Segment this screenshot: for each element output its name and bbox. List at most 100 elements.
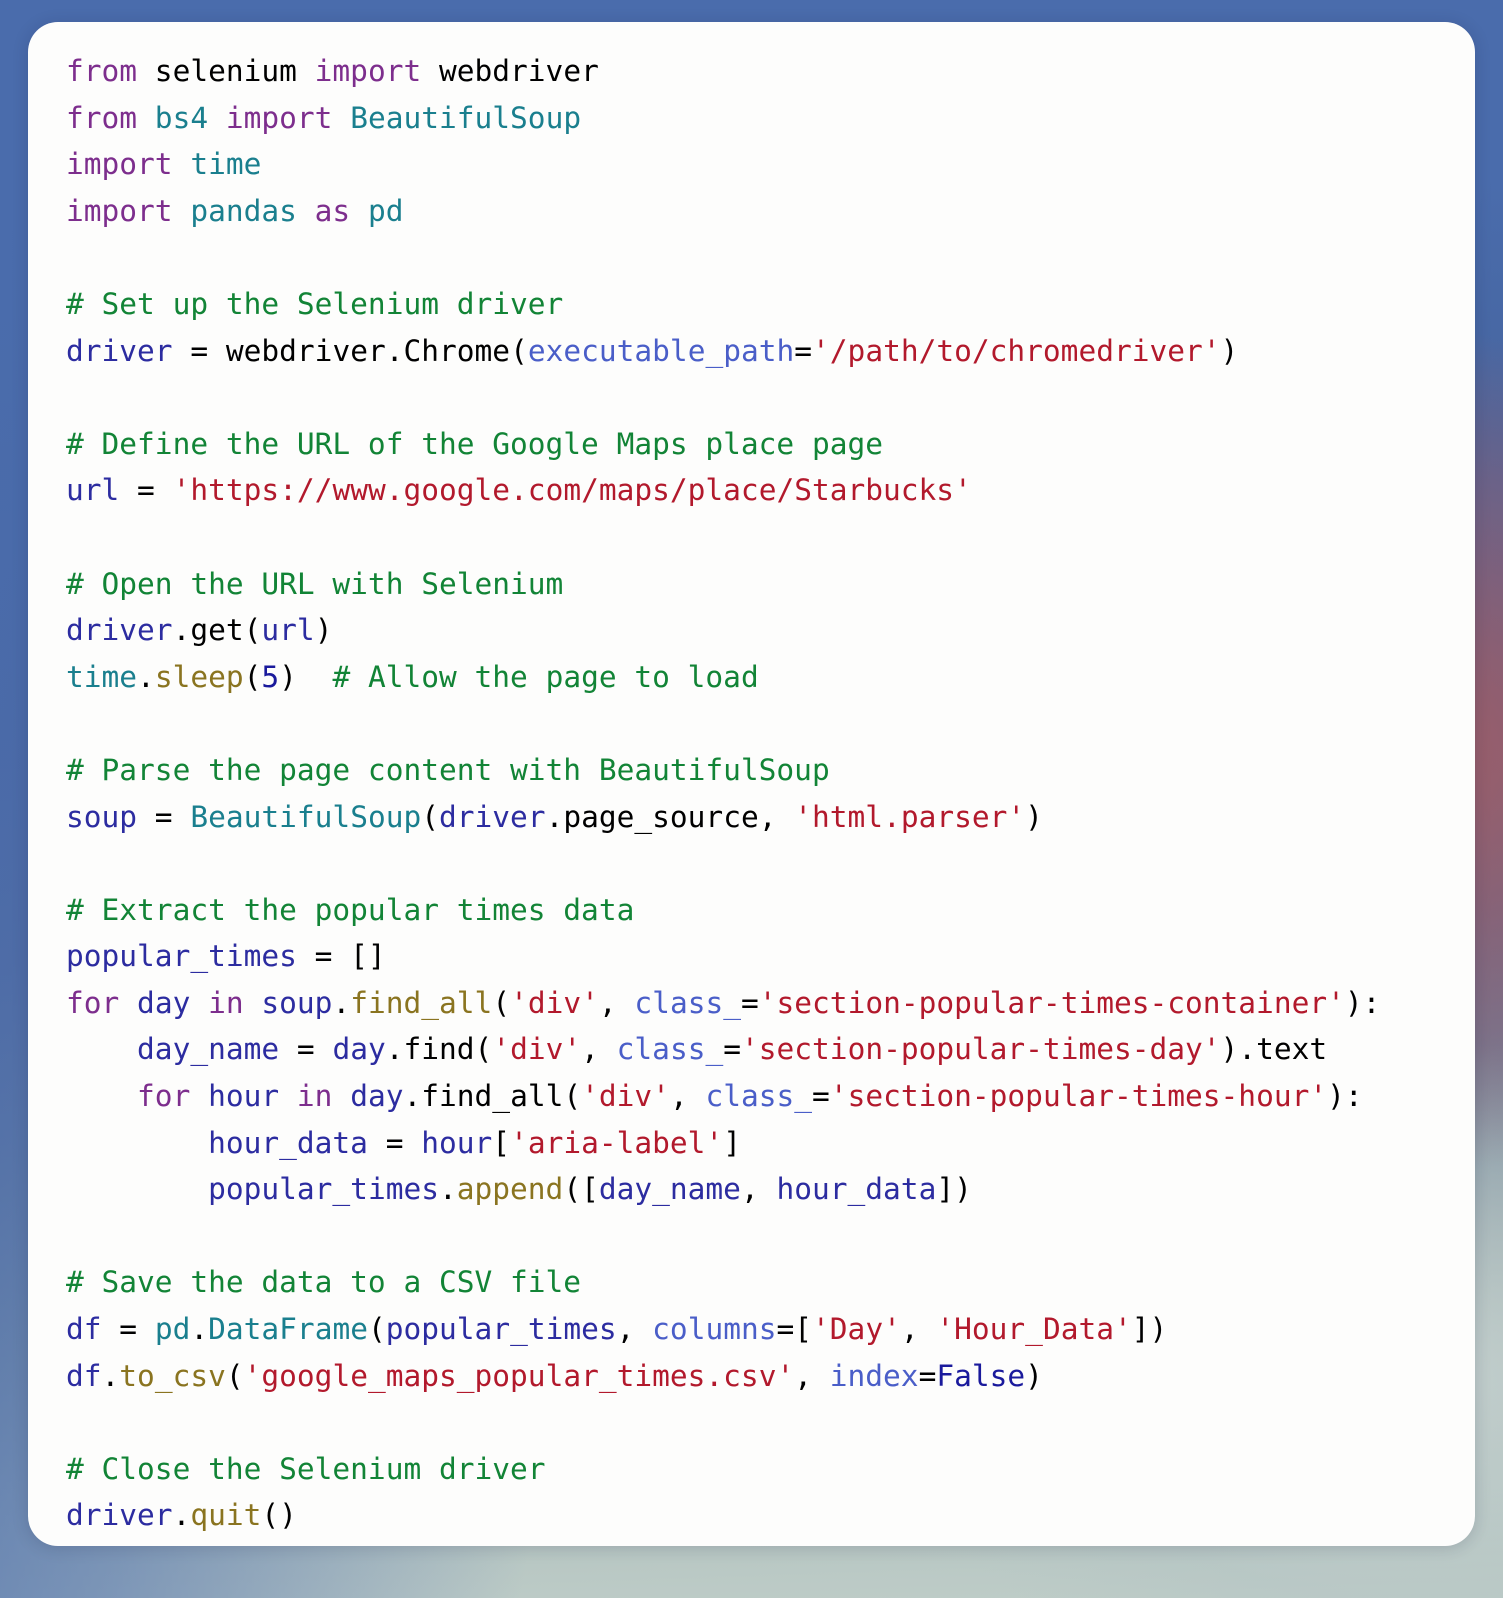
code-token-nm — [66, 1172, 208, 1206]
code-line: url = 'https://www.google.com/maps/place… — [66, 467, 1441, 514]
code-token-str: 'div' — [510, 985, 599, 1020]
code-line: # Parse the page content with BeautifulS… — [66, 747, 1441, 794]
code-line: for day in soup.find_all('div', class_='… — [66, 980, 1441, 1027]
code-token-kw: from — [66, 100, 138, 135]
code-token-op: , — [900, 1312, 937, 1347]
code-token-op: ( — [225, 1358, 244, 1393]
code-token-op: = — [279, 1032, 333, 1067]
code-token-kw: in — [208, 985, 244, 1020]
code-token-var: popular_times — [66, 939, 297, 974]
code-token-nm: webdriver — [225, 333, 386, 368]
code-token-kwarg: class_ — [634, 985, 741, 1020]
code-line: popular_times = [] — [66, 933, 1441, 980]
code-line: import time — [66, 141, 1441, 188]
code-line: popular_times.append([day_name, hour_dat… — [66, 1166, 1441, 1213]
code-token-var: df — [66, 1358, 102, 1393]
code-line: df.to_csv('google_maps_popular_times.csv… — [66, 1353, 1441, 1400]
code-token-com: # Open the URL with Selenium — [66, 566, 564, 601]
code-token-op: , — [581, 1032, 617, 1067]
code-token-str: 'section-popular-times-hour' — [829, 1079, 1328, 1114]
code-token-var: hour — [421, 1125, 493, 1160]
code-token-op: . — [332, 985, 351, 1020]
code-token-op: ): — [1327, 1079, 1363, 1114]
code-token-str: '/path/to/chromedriver' — [812, 333, 1221, 368]
code-token-var: hour — [190, 1079, 297, 1114]
code-token-op: ). — [1220, 1032, 1257, 1067]
code-token-nm: Chrome — [403, 333, 511, 368]
code-token-kwarg: class_ — [705, 1079, 813, 1114]
code-token-op: = — [172, 333, 226, 368]
code-token-op: = — [918, 1358, 937, 1393]
code-token-var: url — [261, 613, 315, 648]
code-token-str: 'Hour_Data' — [936, 1312, 1132, 1347]
code-token-mod: pandas — [172, 193, 315, 228]
code-token-str: 'div' — [492, 1032, 582, 1067]
code-line: driver.get(url) — [66, 607, 1441, 654]
code-token-op: = — [723, 1032, 741, 1067]
code-token-kwc: False — [936, 1358, 1026, 1393]
code-token-op: ) — [1220, 333, 1239, 368]
code-token-op: , — [669, 1079, 706, 1114]
code-token-op: () — [261, 1498, 297, 1533]
code-token-op: , — [758, 799, 795, 834]
code-token-kw: from — [66, 54, 138, 88]
code-token-nm: webdriver — [421, 54, 599, 88]
code-line: for hour in day.find_all('div', class_='… — [66, 1073, 1441, 1120]
code-token-mod: pd — [350, 193, 404, 228]
code-token-nm: page_source — [563, 799, 759, 834]
code-token-op: ) — [314, 613, 333, 648]
code-token-op: = [] — [296, 939, 386, 974]
code-token-var: url — [66, 473, 120, 508]
code-token-str: 'aria-label' — [510, 1125, 724, 1160]
code-token-op: = — [794, 333, 813, 368]
code-token-com: # Close the Selenium driver — [66, 1451, 546, 1486]
code-token-op: . — [385, 1032, 404, 1067]
code-token-fn: sleep — [154, 659, 244, 694]
code-token-com: # Define the URL of the Google Maps plac… — [66, 426, 883, 461]
code-token-fn: find_all — [350, 985, 493, 1020]
code-token-var: day — [332, 1032, 386, 1067]
code-token-op: ( — [421, 799, 439, 834]
code-line: # Set up the Selenium driver — [66, 281, 1441, 328]
code-token-mod: bs4 — [137, 100, 226, 135]
code-token-op: ): — [1344, 985, 1381, 1020]
code-token-str: 'google_maps_popular_times.csv' — [243, 1358, 795, 1393]
code-token-op: ( — [474, 1032, 493, 1067]
code-token-kwarg: index — [829, 1358, 919, 1393]
code-token-op: ]) — [936, 1172, 972, 1207]
code-token-op: ( — [492, 985, 511, 1020]
code-token-op: ( — [367, 1312, 386, 1347]
code-token-com: # Set up the Selenium driver — [66, 286, 564, 321]
code-line: from selenium import webdriver — [66, 48, 1441, 95]
code-token-var: driver — [66, 613, 173, 648]
code-token-op: ([ — [563, 1172, 599, 1207]
code-token-nm — [66, 1079, 137, 1113]
code-token-kw: import — [66, 147, 173, 182]
code-line: # Define the URL of the Google Maps plac… — [66, 421, 1441, 468]
code-token-op: ( — [510, 333, 528, 368]
code-token-cls: BeautifulSoup — [190, 799, 422, 834]
code-token-op: ( — [243, 613, 262, 648]
code-token-str: 'section-popular-times-day' — [741, 1032, 1221, 1067]
code-token-cls: BeautifulSoup — [332, 100, 582, 135]
code-token-nm: find_all — [421, 1079, 564, 1114]
code-token-str: 'https://www.google.com/maps/place/Starb… — [172, 473, 972, 508]
code-token-var: driver — [66, 333, 173, 368]
code-token-op: = — [101, 1312, 155, 1347]
code-token-cls: DataFrame — [208, 1312, 368, 1347]
code-token-op: . — [385, 333, 404, 368]
code-token-op: , — [616, 1312, 653, 1347]
code-line: df = pd.DataFrame(popular_times, columns… — [66, 1306, 1441, 1353]
code-line: import pandas as pd — [66, 188, 1441, 235]
code-line: # Close the Selenium driver — [66, 1446, 1441, 1493]
code-token-var: popular_times — [208, 1172, 439, 1207]
code-token-op: . — [172, 613, 191, 648]
code-token-mod: time — [172, 147, 262, 182]
code-line: # Extract the popular times data — [66, 887, 1441, 934]
code-token-kwarg: executable_path — [527, 333, 795, 368]
code-token-kw: import — [314, 54, 422, 88]
code-token-var: day_name — [598, 1172, 741, 1207]
